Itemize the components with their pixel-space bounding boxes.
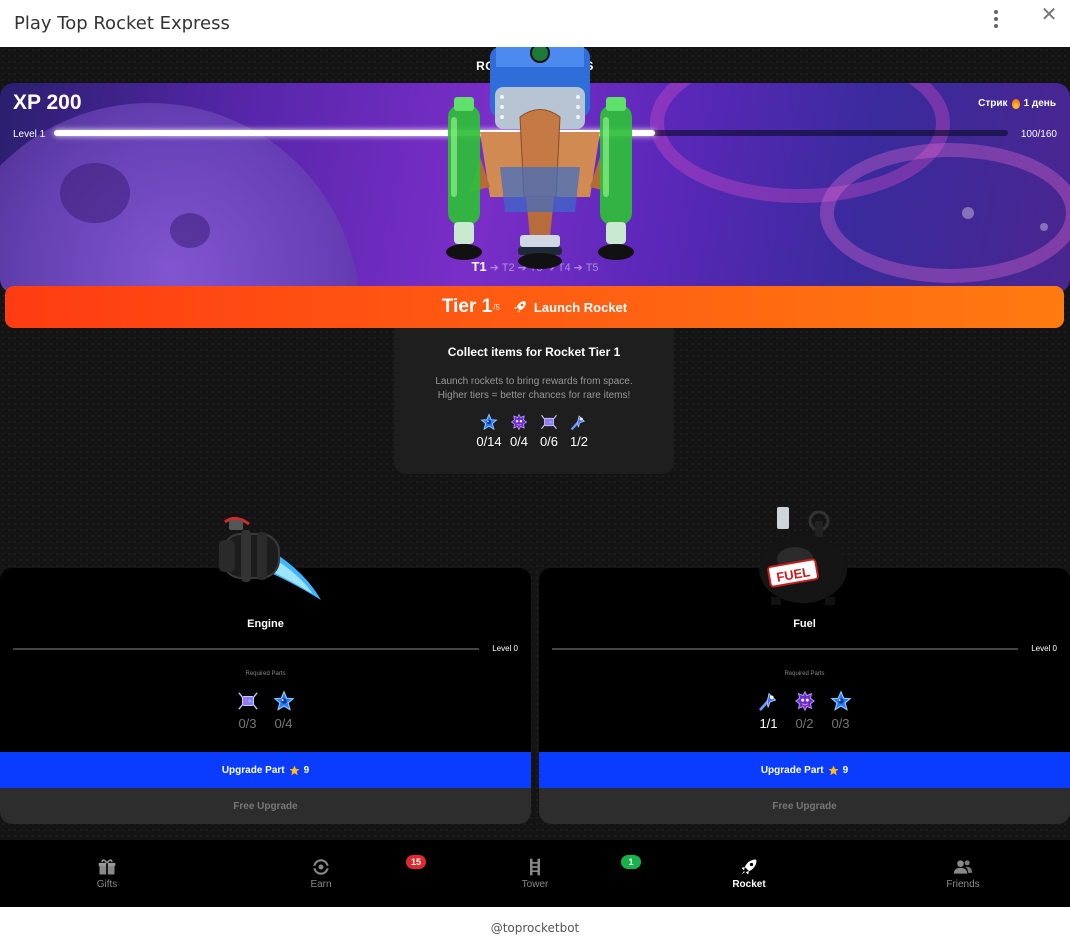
purple-blob-item-icon <box>794 690 816 712</box>
collect-title: Collect items for Rocket Tier 1 <box>447 345 621 359</box>
item-count: 0/6 <box>539 434 559 449</box>
required-parts-label: Required Parts <box>245 671 286 677</box>
nav-item-earn[interactable]: Earn <box>214 840 428 907</box>
earn-badge: 15 <box>406 855 427 869</box>
upgrade-cost: 9 <box>842 764 849 776</box>
collect-item: 0/14 <box>476 413 502 449</box>
card-level-bar <box>552 648 1018 650</box>
required-parts: 1/1 0/2 0/3 <box>539 690 1070 731</box>
level-label: Level 1 <box>13 129 46 140</box>
item-count: 1/2 <box>569 434 589 449</box>
collect-items: 0/14 0/4 0/6 1/2 <box>394 413 674 449</box>
streak-indicator: Стрик 1 день <box>978 98 1056 109</box>
launch-tier-max: /5 <box>493 302 500 312</box>
streak-value: 1 день <box>1023 98 1056 109</box>
launch-tier: Tier 1 <box>441 296 493 317</box>
space-dot <box>1040 223 1048 231</box>
blue-star-item-icon <box>273 690 295 712</box>
free-upgrade-button[interactable]: Free Upgrade <box>0 788 531 824</box>
planet-crater <box>60 163 130 223</box>
launch-label: Launch Rocket <box>533 299 628 315</box>
rocket-illustration <box>446 47 634 269</box>
rocket-icon <box>741 859 757 875</box>
free-upgrade-button[interactable]: Free Upgrade <box>539 788 1070 824</box>
flame-icon <box>1011 98 1020 109</box>
xp-value: XP 200 <box>13 91 82 114</box>
earn-icon <box>312 859 330 875</box>
card-title: Engine <box>247 618 284 630</box>
purple-blob-item-icon <box>510 413 528 431</box>
item-count: 0/14 <box>476 434 502 449</box>
nav-item-rocket[interactable]: Rocket <box>642 840 856 907</box>
engine-illustration <box>219 517 321 600</box>
required-part: 0/2 <box>793 690 817 731</box>
more-options-icon[interactable] <box>985 8 1007 30</box>
collect-item: 0/6 <box>537 413 561 449</box>
nav-label: Friends <box>946 879 980 890</box>
robot-item-icon <box>237 690 259 712</box>
required-part: 0/4 <box>272 690 296 731</box>
part-count: 0/2 <box>795 716 814 731</box>
collect-item: 1/2 <box>567 413 591 449</box>
item-count: 0/4 <box>509 434 529 449</box>
required-part: 0/3 <box>829 690 853 731</box>
nav-label: Tower <box>521 879 549 890</box>
fuel-tank-illustration: FUEL <box>759 507 847 605</box>
xp-progress-text: 100/160 <box>1020 129 1057 140</box>
gift-icon <box>98 859 116 875</box>
upgrade-label: Upgrade Part <box>221 764 285 776</box>
part-count: 0/4 <box>274 716 293 731</box>
rocket-icon <box>513 301 526 313</box>
card-level-bar <box>13 648 479 650</box>
card-title: Fuel <box>793 618 816 630</box>
nav-label: Gifts <box>96 879 118 890</box>
bottom-nav: Gifts Earn 15 Tower 1 Rocket Friends <box>0 840 1070 907</box>
collect-desc-line: Launch rockets to bring rewards from spa… <box>435 376 633 387</box>
upgrade-part-button[interactable]: Upgrade Part 9 <box>0 752 531 788</box>
required-parts: 0/3 0/4 <box>0 690 531 731</box>
collect-desc-line: Higher tiers = better chances for rare i… <box>437 390 631 401</box>
required-parts-label: Required Parts <box>784 671 825 677</box>
space-dot <box>962 207 974 219</box>
friends-icon <box>953 860 973 874</box>
star-currency-icon <box>289 765 300 776</box>
collect-panel: Collect items for Rocket Tier 1 Launch r… <box>394 328 674 474</box>
close-icon[interactable]: ✕ <box>1038 4 1060 26</box>
blue-star-item-icon <box>480 413 498 431</box>
required-part: 0/3 <box>236 690 260 731</box>
collect-item: 0/4 <box>507 413 531 449</box>
window-header: Play Top Rocket Express ✕ <box>0 0 1070 47</box>
card-level: Level 0 <box>1031 644 1057 653</box>
required-part: 1/1 <box>757 690 781 731</box>
blue-star-item-icon <box>830 690 852 712</box>
tower-badge: 1 <box>621 855 641 869</box>
part-count: 0/3 <box>831 716 850 731</box>
upgrade-cost: 9 <box>303 764 310 776</box>
card-level: Level 0 <box>492 644 518 653</box>
tower-icon <box>530 858 540 876</box>
star-currency-icon <box>828 765 839 776</box>
upgrade-label: Upgrade Part <box>760 764 824 776</box>
nav-label: Rocket <box>732 879 766 890</box>
nav-item-gifts[interactable]: Gifts <box>0 840 214 907</box>
collect-description: Launch rockets to bring rewards from spa… <box>394 375 674 403</box>
part-count: 1/1 <box>759 716 778 731</box>
robot-item-icon <box>540 413 558 431</box>
nav-item-tower[interactable]: Tower <box>428 840 642 907</box>
bot-handle: @toprocketbot <box>0 907 1070 943</box>
part-count: 0/3 <box>238 716 257 731</box>
nav-label: Earn <box>310 879 332 890</box>
launch-rocket-button[interactable]: Tier 1 /5 Launch Rocket <box>5 286 1064 328</box>
nav-item-friends[interactable]: Friends <box>856 840 1070 907</box>
engine-card: Engine Level 0 Required Parts 0/3 0/4 Up… <box>0 568 531 824</box>
window-title: Play Top Rocket Express <box>14 13 230 34</box>
app-area: XP 200 Стрик 1 день Level 1 100/160 T1 ➔… <box>0 47 1070 907</box>
upgrade-part-button[interactable]: Upgrade Part 9 <box>539 752 1070 788</box>
planet-crater <box>170 213 210 248</box>
comet-item-icon <box>570 413 588 431</box>
comet-item-icon <box>758 690 780 712</box>
streak-label: Стрик <box>978 98 1008 109</box>
